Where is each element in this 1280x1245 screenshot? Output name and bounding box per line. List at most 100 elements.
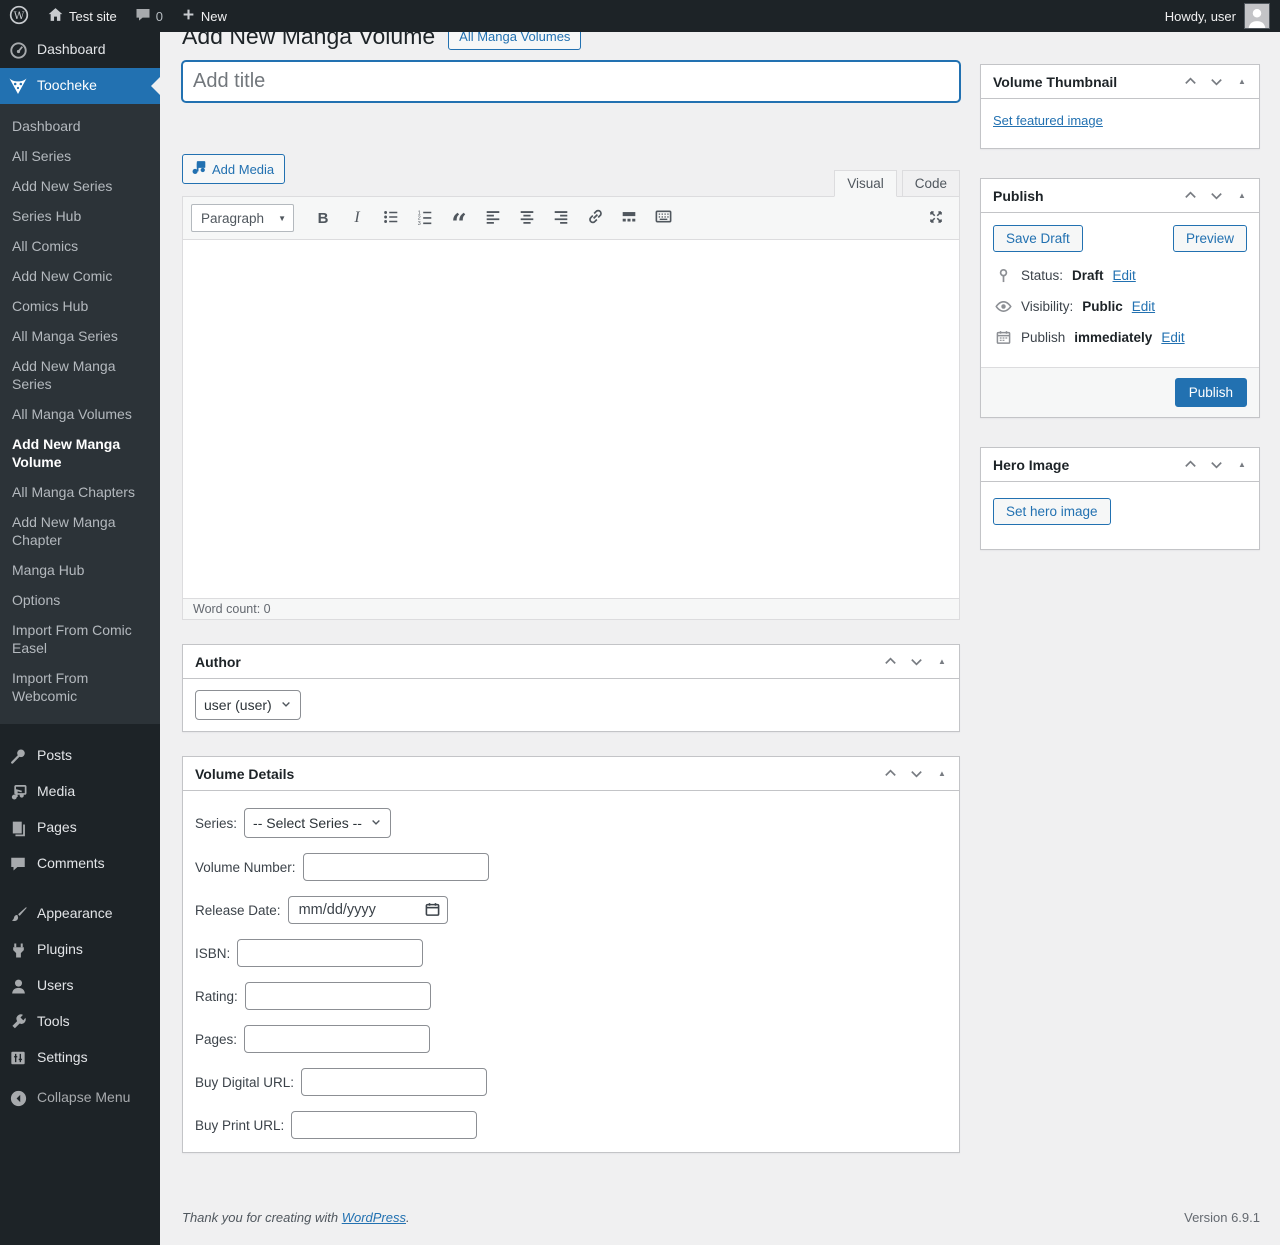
buy-digital-url-label: Buy Digital URL: bbox=[195, 1075, 294, 1090]
sidebar-item-plugins[interactable]: Plugins bbox=[0, 932, 160, 968]
align-center-button[interactable] bbox=[512, 204, 542, 232]
sidebar-item-tools[interactable]: Tools bbox=[0, 1004, 160, 1040]
sidebar-item-pages[interactable]: Pages bbox=[0, 810, 160, 846]
author-select[interactable]: user (user) bbox=[195, 690, 301, 720]
move-up-button[interactable] bbox=[1177, 69, 1203, 95]
toggle-panel-button[interactable]: ▲ bbox=[929, 761, 955, 787]
visit-site-link[interactable]: Test site bbox=[38, 0, 126, 32]
move-down-button[interactable] bbox=[1203, 183, 1229, 209]
status-label: Status: bbox=[1021, 268, 1063, 283]
sidebar-item-label: Appearance bbox=[37, 904, 113, 923]
toggle-panel-button[interactable]: ▲ bbox=[929, 649, 955, 675]
move-down-button[interactable] bbox=[1203, 452, 1229, 478]
toggle-panel-button[interactable]: ▲ bbox=[1229, 452, 1255, 478]
move-down-button[interactable] bbox=[903, 761, 929, 787]
pages-label: Pages: bbox=[195, 1032, 237, 1047]
align-right-button[interactable] bbox=[546, 204, 576, 232]
sidebar-item-media[interactable]: Media bbox=[0, 774, 160, 810]
align-left-button[interactable] bbox=[478, 204, 508, 232]
submenu-item-comics-hub[interactable]: Comics Hub bbox=[0, 291, 160, 321]
plug-icon bbox=[8, 940, 28, 960]
post-title-input[interactable] bbox=[182, 61, 960, 102]
wordpress-logo-menu[interactable]: W bbox=[0, 0, 38, 32]
submenu-item-add-new-manga-volume[interactable]: Add New Manga Volume bbox=[0, 429, 160, 477]
submenu-item-options[interactable]: Options bbox=[0, 585, 160, 615]
bold-button[interactable]: B bbox=[308, 204, 338, 232]
pages-input[interactable] bbox=[244, 1025, 430, 1053]
submenu-item-all-series[interactable]: All Series bbox=[0, 141, 160, 171]
sidebar-item-label: Posts bbox=[37, 746, 72, 765]
submenu-item-add-new-manga-chapter[interactable]: Add New Manga Chapter bbox=[0, 507, 160, 555]
user-avatar[interactable] bbox=[1244, 3, 1270, 29]
bullet-list-button[interactable] bbox=[376, 204, 406, 232]
submenu-item-dashboard[interactable]: Dashboard bbox=[0, 111, 160, 141]
edit-publish-date-link[interactable]: Edit bbox=[1161, 330, 1184, 345]
editor-content-area[interactable] bbox=[183, 240, 959, 598]
rating-input[interactable] bbox=[245, 982, 431, 1010]
publish-box: Publish ▲ Save Draft Preview bbox=[980, 178, 1260, 418]
sidebar-item-users[interactable]: Users bbox=[0, 968, 160, 1004]
set-hero-image-button[interactable]: Set hero image bbox=[993, 498, 1111, 525]
read-more-button[interactable] bbox=[614, 204, 644, 232]
submenu-item-add-new-manga-series[interactable]: Add New Manga Series bbox=[0, 351, 160, 399]
submenu-item-import-from-webcomic[interactable]: Import From Webcomic bbox=[0, 663, 160, 711]
move-up-button[interactable] bbox=[877, 761, 903, 787]
submenu-item-all-manga-series[interactable]: All Manga Series bbox=[0, 321, 160, 351]
volume-number-input[interactable] bbox=[303, 853, 489, 881]
series-select[interactable]: -- Select Series -- bbox=[244, 808, 391, 838]
submenu-item-manga-hub[interactable]: Manga Hub bbox=[0, 555, 160, 585]
edit-status-link[interactable]: Edit bbox=[1113, 268, 1136, 283]
add-media-button[interactable]: Add Media bbox=[182, 154, 285, 184]
sidebar-item-comments[interactable]: Comments bbox=[0, 846, 160, 882]
comments-menu[interactable]: 0 bbox=[126, 0, 172, 32]
buy-digital-url-input[interactable] bbox=[301, 1068, 487, 1096]
toggle-panel-button[interactable]: ▲ bbox=[1229, 69, 1255, 95]
italic-button[interactable]: I bbox=[342, 204, 372, 232]
toolbar-toggle-button[interactable] bbox=[648, 204, 678, 232]
sidebar-item-settings[interactable]: Settings bbox=[0, 1040, 160, 1076]
submenu-item-add-new-series[interactable]: Add New Series bbox=[0, 171, 160, 201]
move-down-button[interactable] bbox=[903, 649, 929, 675]
site-name: Test site bbox=[69, 9, 117, 24]
howdy-user-menu[interactable]: Howdy, user bbox=[1165, 9, 1236, 24]
submenu-item-import-from-comic-easel[interactable]: Import From Comic Easel bbox=[0, 615, 160, 663]
align-right-icon bbox=[552, 208, 570, 229]
preview-button[interactable]: Preview bbox=[1173, 225, 1247, 252]
set-featured-image-link[interactable]: Set featured image bbox=[993, 113, 1103, 128]
edit-visibility-link[interactable]: Edit bbox=[1132, 299, 1155, 314]
tab-code[interactable]: Code bbox=[902, 170, 960, 197]
triangle-up-icon: ▲ bbox=[938, 769, 946, 778]
publish-button[interactable]: Publish bbox=[1175, 378, 1247, 407]
release-date-label: Release Date: bbox=[195, 903, 281, 918]
new-content-menu[interactable]: New bbox=[172, 0, 236, 32]
toggle-panel-button[interactable]: ▲ bbox=[1229, 183, 1255, 209]
move-up-button[interactable] bbox=[1177, 183, 1203, 209]
release-date-input[interactable] bbox=[288, 896, 448, 924]
menu-separator bbox=[0, 724, 160, 738]
insert-link-button[interactable] bbox=[580, 204, 610, 232]
fullscreen-button[interactable] bbox=[921, 204, 951, 232]
sidebar-item-posts[interactable]: Posts bbox=[0, 738, 160, 774]
move-down-button[interactable] bbox=[1203, 69, 1229, 95]
tab-visual[interactable]: Visual bbox=[834, 170, 897, 197]
move-up-button[interactable] bbox=[1177, 452, 1203, 478]
isbn-input[interactable] bbox=[237, 939, 423, 967]
numbered-list-button[interactable]: 123 bbox=[410, 204, 440, 232]
link-icon bbox=[586, 207, 605, 229]
submenu-item-series-hub[interactable]: Series Hub bbox=[0, 201, 160, 231]
sidebar-item-toocheke[interactable]: Toocheke bbox=[0, 68, 160, 104]
submenu-item-all-comics[interactable]: All Comics bbox=[0, 231, 160, 261]
paragraph-format-select[interactable]: Paragraph ▼ bbox=[191, 204, 294, 232]
submenu-item-add-new-comic[interactable]: Add New Comic bbox=[0, 261, 160, 291]
blockquote-button[interactable]: “ bbox=[444, 204, 474, 232]
move-up-button[interactable] bbox=[877, 649, 903, 675]
wordpress-link[interactable]: WordPress bbox=[342, 1210, 406, 1225]
save-draft-button[interactable]: Save Draft bbox=[993, 225, 1083, 252]
media-icon bbox=[8, 782, 28, 802]
sidebar-item-appearance[interactable]: Appearance bbox=[0, 896, 160, 932]
submenu-item-all-manga-chapters[interactable]: All Manga Chapters bbox=[0, 477, 160, 507]
submenu-item-all-manga-volumes[interactable]: All Manga Volumes bbox=[0, 399, 160, 429]
buy-print-url-input[interactable] bbox=[291, 1111, 477, 1139]
sidebar-item-dashboard[interactable]: Dashboard bbox=[0, 32, 160, 68]
collapse-menu-button[interactable]: Collapse Menu bbox=[0, 1080, 160, 1116]
